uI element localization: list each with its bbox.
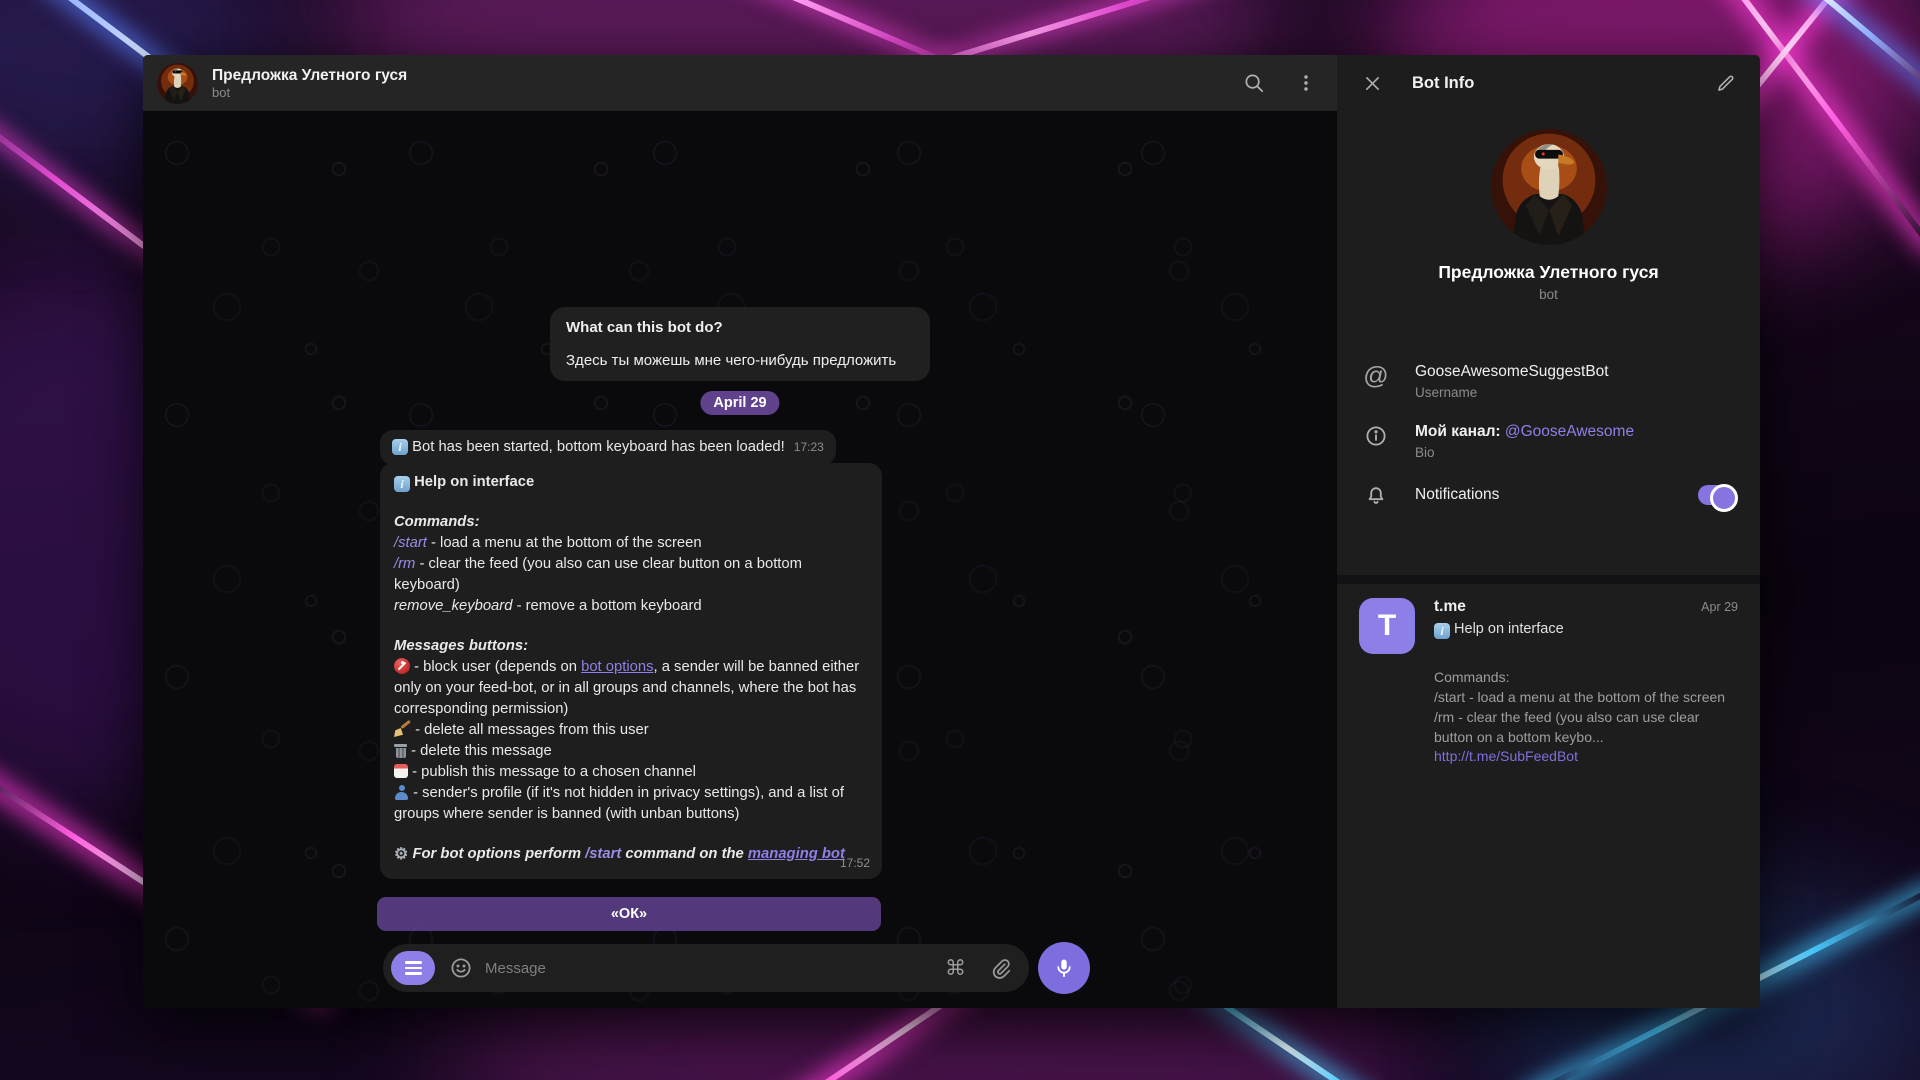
- person-emoji-icon: [394, 785, 409, 800]
- notifications-label: Notifications: [1415, 485, 1698, 505]
- info-circle-icon: [1364, 424, 1388, 448]
- shared-link-preview-text: Commands: /start - load a menu at the bo…: [1434, 667, 1738, 747]
- footer-start-command[interactable]: /start: [585, 846, 621, 862]
- bot-menu-button[interactable]: [391, 951, 435, 985]
- chat-title-block[interactable]: Предложка Улетного гуся bot: [212, 66, 407, 101]
- notifications-toggle[interactable]: [1698, 485, 1736, 505]
- chat-title: Предложка Улетного гуся: [212, 66, 407, 85]
- date-chip[interactable]: April 29: [700, 391, 779, 415]
- delete-all-desc: - delete all messages from this user: [411, 722, 649, 738]
- command-remove-keyboard: remove_keyboard: [394, 598, 512, 614]
- chat-avatar[interactable]: [157, 63, 198, 104]
- chat-header: Предложка Улетного гуся bot: [143, 55, 1337, 111]
- footer-mid: command on the: [621, 846, 748, 862]
- command-remove-keyboard-desc: - remove a bottom keyboard: [512, 598, 701, 614]
- chat-scroll-area[interactable]: What can this bot do? Здесь ты можешь мн…: [143, 111, 1337, 1008]
- ok-keyboard-button[interactable]: «ОК»: [377, 897, 881, 931]
- edit-pencil-icon[interactable]: [1712, 70, 1738, 96]
- message-text: Bot has been started, bottom keyboard ha…: [412, 437, 785, 458]
- message-bot-started: i Bot has been started, bottom keyboard …: [380, 430, 836, 465]
- shared-link-title: t.me: [1434, 598, 1701, 616]
- attach-paperclip-icon[interactable]: [987, 955, 1013, 981]
- help-title: Help on interface: [414, 474, 534, 490]
- shared-link-url[interactable]: http://t.me/SubFeedBot: [1434, 748, 1738, 764]
- managing-bot-link[interactable]: managing bot: [748, 846, 845, 862]
- calendar-emoji-icon: [394, 764, 408, 778]
- command-rm-desc: - clear the feed (you also can use clear…: [394, 556, 802, 593]
- command-rm[interactable]: /rm: [394, 556, 415, 572]
- panel-header: Bot Info: [1337, 55, 1760, 111]
- publish-desc: - publish this message to a chosen chann…: [408, 764, 696, 780]
- gear-emoji-icon: ⚙: [394, 844, 408, 865]
- emoji-icon[interactable]: [448, 955, 474, 981]
- broom-emoji-icon: [394, 721, 411, 737]
- profile-type: bot: [1337, 287, 1760, 302]
- chat-pane: Предложка Улетного гуся bot What can thi…: [143, 55, 1337, 1008]
- bot-description-answer: Здесь ты можешь мне чего-нибудь предложи…: [566, 352, 914, 369]
- messages-buttons-heading: Messages buttons:: [394, 636, 868, 657]
- at-icon: @: [1363, 364, 1388, 388]
- command-start[interactable]: /start: [394, 535, 427, 551]
- bell-icon: [1364, 484, 1388, 508]
- bot-info-panel: Bot Info: [1337, 55, 1760, 1008]
- username-label: Username: [1415, 385, 1760, 400]
- shared-link-card[interactable]: T t.me Apr 29 i Help on interface Comman…: [1337, 598, 1760, 764]
- command-start-desc: - load a menu at the bottom of the scree…: [427, 535, 702, 551]
- link-thumbnail: T: [1359, 598, 1415, 654]
- block-user-desc-pre: - block user (depends on: [410, 659, 581, 675]
- username-value: GooseAwesomeSuggestBot: [1415, 362, 1760, 382]
- delete-message-desc: - delete this message: [407, 743, 552, 759]
- chat-subtitle: bot: [212, 85, 407, 101]
- message-input[interactable]: [485, 960, 945, 977]
- bot-options-link[interactable]: bot options: [581, 659, 653, 675]
- shared-link-subtitle: Help on interface: [1454, 621, 1564, 637]
- telegram-window: Предложка Улетного гуся bot What can thi…: [143, 55, 1760, 1008]
- info-emoji-icon: i: [392, 439, 408, 455]
- username-row[interactable]: @ GooseAwesomeSuggestBot Username: [1337, 351, 1760, 411]
- bio-row[interactable]: Мой канал: @GooseAwesome Bio: [1337, 411, 1760, 471]
- desktop-background: Предложка Улетного гуся bot What can thi…: [0, 0, 1920, 1080]
- bot-description-bubble: What can this bot do? Здесь ты можешь мн…: [550, 307, 930, 381]
- message-time: 17:52: [840, 853, 870, 874]
- message-composer: ⌘: [383, 944, 1029, 992]
- voice-record-button[interactable]: [1038, 942, 1090, 994]
- search-icon[interactable]: [1241, 70, 1267, 96]
- trash-emoji-icon: [394, 743, 407, 758]
- message-time: 17:23: [794, 437, 824, 458]
- shared-link-date: Apr 29: [1701, 600, 1738, 614]
- sender-profile-desc: - sender's profile (if it's not hidden i…: [394, 785, 844, 822]
- channel-link[interactable]: @GooseAwesome: [1505, 423, 1634, 440]
- bio-prefix: Мой канал:: [1415, 423, 1505, 440]
- notifications-row[interactable]: Notifications: [1337, 471, 1760, 519]
- bio-label: Bio: [1415, 445, 1760, 460]
- block-user-emoji-icon: [394, 658, 410, 674]
- message-help-on-interface: i Help on interface Commands: /start - l…: [380, 463, 882, 879]
- bot-commands-icon[interactable]: ⌘: [945, 958, 966, 979]
- close-icon[interactable]: [1359, 70, 1385, 96]
- footer-pre: For bot options perform: [412, 846, 585, 862]
- info-emoji-icon: i: [394, 476, 410, 492]
- profile-name: Предложка Улетного гуся: [1337, 262, 1760, 283]
- bot-description-question: What can this bot do?: [566, 319, 914, 336]
- kebab-menu-icon[interactable]: [1293, 70, 1319, 96]
- profile-avatar[interactable]: [1491, 129, 1607, 245]
- panel-title: Bot Info: [1412, 74, 1712, 93]
- commands-heading: Commands:: [394, 512, 868, 533]
- section-divider: [1337, 575, 1760, 584]
- info-emoji-icon: i: [1434, 623, 1450, 639]
